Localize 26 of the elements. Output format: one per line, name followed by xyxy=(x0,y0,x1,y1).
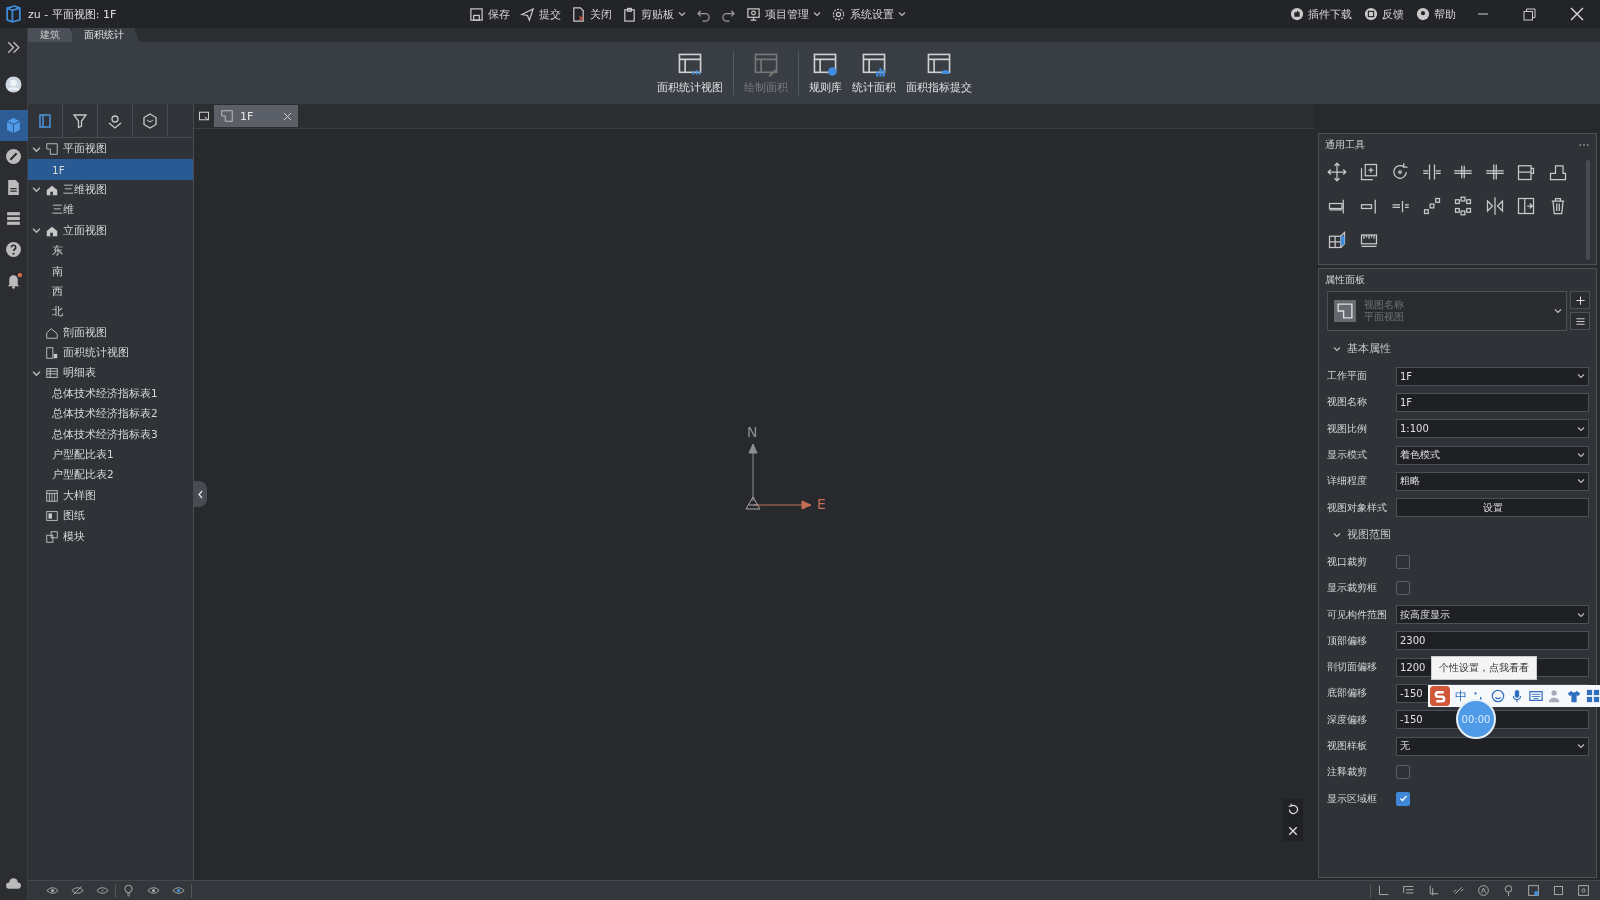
property-label: 显示区域框 xyxy=(1327,791,1378,806)
type-value: 平面视图 xyxy=(1364,311,1404,323)
property-label: 视图名称 xyxy=(1327,395,1368,410)
window-title: zu - 平面视图: 1F xyxy=(28,6,118,22)
property-label: 视图样板 xyxy=(1327,739,1368,753)
east-label: E xyxy=(817,496,826,512)
section-title: 基本属性 xyxy=(1347,342,1391,356)
property-label: 视口裁剪 xyxy=(1327,554,1368,569)
property-label: 显示模式 xyxy=(1327,448,1368,463)
panel-title: 通用工具 xyxy=(1325,138,1365,152)
property-label: 底部偏移 xyxy=(1327,686,1368,701)
property-label: 剖切面偏移 xyxy=(1327,660,1378,675)
north-label: N xyxy=(747,424,758,440)
property-label: 深度偏移 xyxy=(1327,712,1368,727)
property-label: 视图对象样式 xyxy=(1327,500,1388,515)
property-label: 视图比例 xyxy=(1327,421,1368,436)
property-label: 顶部偏移 xyxy=(1327,633,1368,648)
property-label: 注释裁剪 xyxy=(1327,765,1368,780)
property-label: 显示裁剪框 xyxy=(1327,581,1378,596)
type-name: 视图名称 xyxy=(1364,299,1404,311)
property-label: 详细程度 xyxy=(1327,474,1368,489)
panel-title: 属性面板 xyxy=(1325,273,1365,287)
property-label: 工作平面 xyxy=(1327,369,1368,384)
tooltip: 个性设置，点我看看 xyxy=(1431,656,1537,680)
property-label: 可见构件范围 xyxy=(1327,607,1388,622)
section-title: 视图范围 xyxy=(1347,527,1391,542)
